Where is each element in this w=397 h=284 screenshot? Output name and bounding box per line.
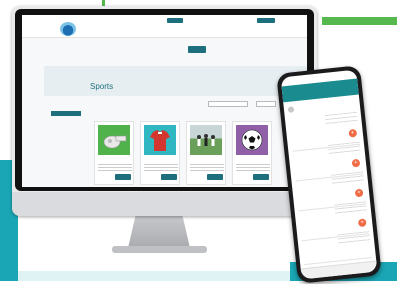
sidebar-item-5[interactable]: [51, 139, 81, 144]
category-sidebar: [51, 99, 81, 169]
product-card[interactable]: [186, 121, 226, 185]
add-to-cart-button[interactable]: [115, 174, 131, 180]
item-table: [331, 171, 365, 187]
whistle-icon: [98, 125, 130, 155]
smartphone: + + + +: [276, 65, 382, 284]
product-area: [88, 99, 303, 185]
item-table: [337, 231, 371, 247]
monitor-chin: [12, 192, 317, 216]
add-button[interactable]: +: [357, 218, 367, 228]
monitor-foot: [112, 246, 207, 253]
nav-item-sports[interactable]: [188, 46, 206, 53]
user-name: [288, 99, 356, 114]
sidebar-item-6[interactable]: [51, 146, 81, 151]
add-button[interactable]: +: [354, 188, 364, 198]
product-description: [190, 164, 224, 172]
main-nav: [82, 46, 300, 53]
sidebar-item-4[interactable]: [51, 132, 81, 137]
jersey-icon: [144, 125, 176, 155]
item-table: [327, 141, 361, 157]
cart-button[interactable]: [167, 18, 183, 23]
brand-logo[interactable]: [60, 22, 76, 36]
phone-screen: + + + +: [280, 69, 378, 280]
add-to-cart-button[interactable]: [253, 174, 269, 180]
soccer-ball-icon: [236, 125, 268, 155]
product-card[interactable]: [232, 121, 272, 185]
search-input[interactable]: [208, 101, 248, 107]
product-card[interactable]: [140, 121, 180, 185]
item-title: [289, 115, 323, 119]
add-to-cart-button[interactable]: [161, 174, 177, 180]
page-title: Sports: [90, 82, 114, 91]
product-card[interactable]: [94, 121, 134, 185]
sidebar-item-2[interactable]: [51, 118, 81, 123]
nav-item-3[interactable]: [160, 46, 182, 53]
monitor-stand: [128, 216, 190, 248]
nav-item-7[interactable]: [268, 46, 294, 53]
website-screen: Sports: [22, 15, 307, 187]
sidebar-item-3[interactable]: [51, 125, 81, 130]
nav-item-6[interactable]: [240, 46, 262, 53]
add-button[interactable]: +: [348, 128, 358, 138]
add-button[interactable]: +: [351, 158, 361, 168]
item-table: [324, 111, 358, 128]
product-description: [236, 164, 270, 172]
nav-item-2[interactable]: [132, 46, 154, 53]
green-accent-bar: [322, 17, 397, 25]
list-item[interactable]: [301, 231, 372, 266]
nav-item-1[interactable]: [104, 46, 126, 53]
product-description: [98, 164, 132, 172]
page-banner: [44, 66, 307, 96]
sort-button[interactable]: [256, 101, 276, 107]
team-photo-icon: [190, 125, 222, 155]
product-description: [144, 164, 178, 172]
account-button[interactable]: [257, 18, 275, 23]
item-table: [334, 201, 368, 217]
add-to-cart-button[interactable]: [207, 174, 223, 180]
nav-item-5[interactable]: [212, 46, 234, 53]
sidebar-item-sports[interactable]: [51, 111, 81, 116]
